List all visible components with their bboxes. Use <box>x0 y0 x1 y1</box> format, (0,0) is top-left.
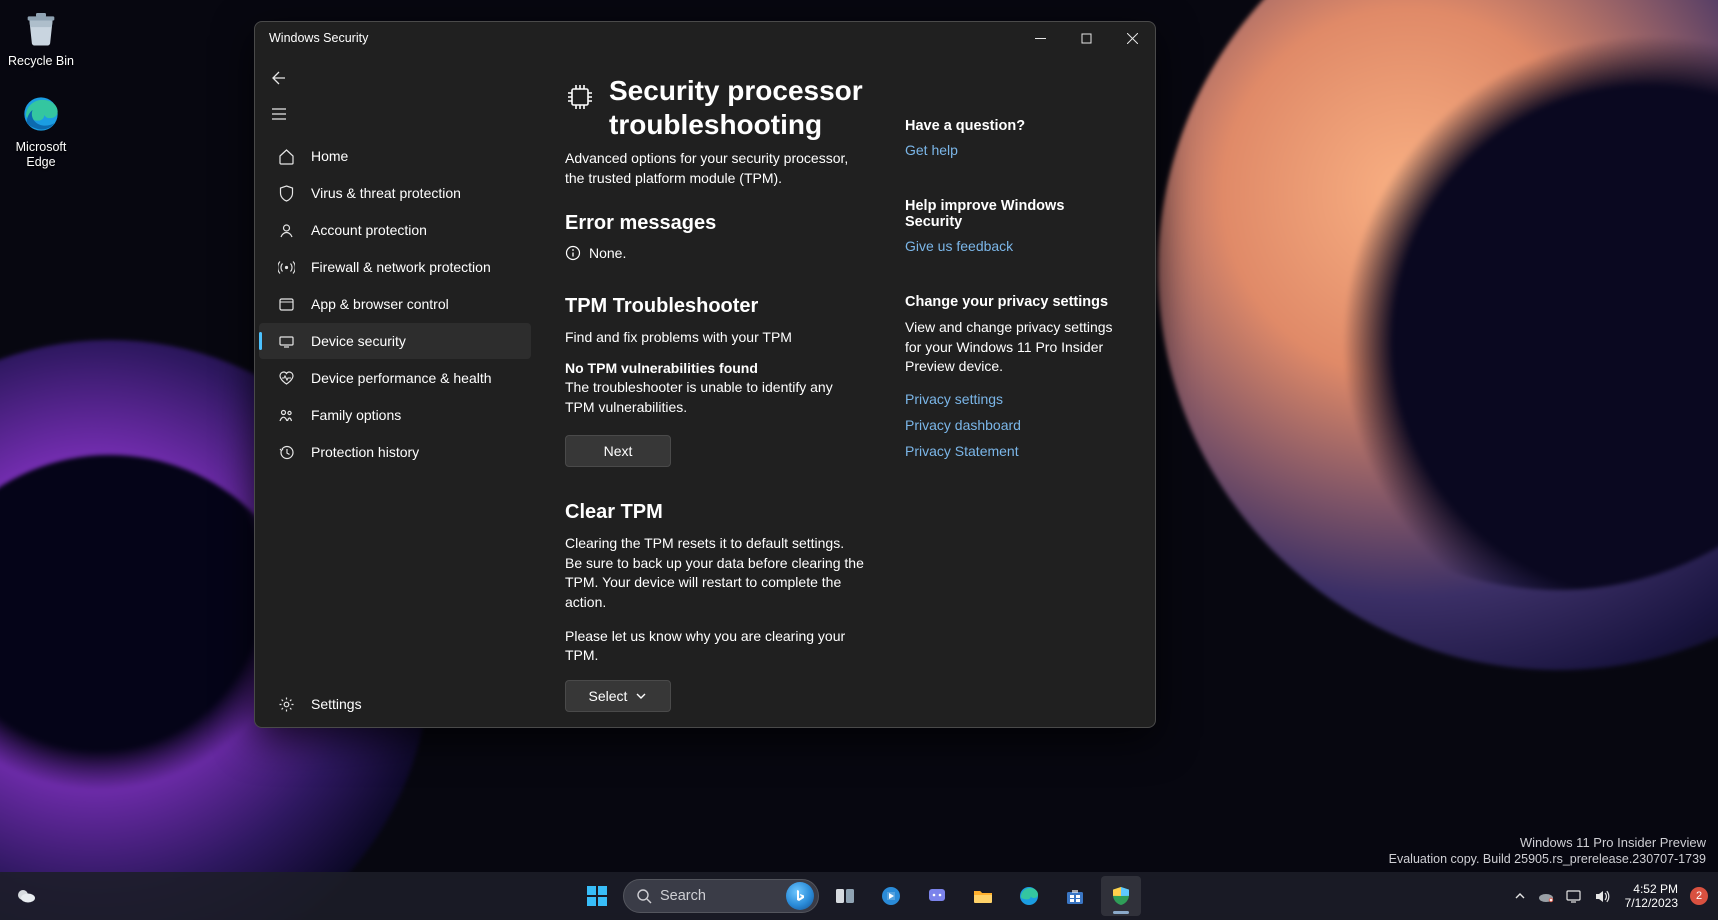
window-title: Windows Security <box>269 31 368 45</box>
desktop-icon-microsoft-edge[interactable]: Microsoft Edge <box>2 92 80 171</box>
nav-item-performance[interactable]: Device performance & health <box>259 360 531 396</box>
nav-item-family[interactable]: Family options <box>259 397 531 433</box>
nav-item-device-security[interactable]: Device security <box>259 323 531 359</box>
windows-security-window: Windows Security Home Virus & threa <box>254 21 1156 728</box>
desktop-icon-label: Recycle Bin <box>2 54 80 70</box>
aside-question-heading: Have a question? <box>905 118 1115 134</box>
taskbar-taskview[interactable] <box>825 876 865 916</box>
start-button[interactable] <box>577 876 617 916</box>
error-messages-heading: Error messages <box>565 212 865 235</box>
content-scroll-area[interactable]: Security processor troubleshooting Advan… <box>535 54 1155 727</box>
clear-tpm-body1: Clearing the TPM resets it to default se… <box>565 534 865 612</box>
taskbar-edge[interactable] <box>1009 876 1049 916</box>
aside-privacy-heading: Change your privacy settings <box>905 294 1115 310</box>
home-icon <box>277 147 295 165</box>
minimize-button[interactable] <box>1017 22 1063 54</box>
error-messages-none: None. <box>565 245 865 261</box>
nav-item-home[interactable]: Home <box>259 138 531 174</box>
bing-icon[interactable] <box>786 882 814 910</box>
taskbar-store[interactable] <box>1055 876 1095 916</box>
tpm-no-vuln-body: The troubleshooter is unable to identify… <box>565 378 865 417</box>
device-icon <box>277 332 295 350</box>
nav-item-firewall[interactable]: Firewall & network protection <box>259 249 531 285</box>
tray-network-icon[interactable] <box>1565 887 1583 905</box>
nav-item-label: Device security <box>311 333 406 349</box>
aside-improve-heading: Help improve Windows Security <box>905 198 1115 230</box>
chip-icon <box>565 82 595 112</box>
firewall-icon <box>277 258 295 276</box>
chevron-down-icon <box>635 690 647 702</box>
account-icon <box>277 221 295 239</box>
nav-item-virus[interactable]: Virus & threat protection <box>259 175 531 211</box>
info-icon <box>565 245 581 261</box>
desktop-icon-label: Microsoft Edge <box>2 140 80 171</box>
taskbar-search[interactable]: Search <box>623 879 819 913</box>
clear-tpm-body2: Please let us know why you are clearing … <box>565 627 865 666</box>
tpm-troubleshooter-sub: Find and fix problems with your TPM <box>565 328 865 348</box>
recycle-bin-icon <box>19 6 63 50</box>
next-button[interactable]: Next <box>565 435 671 467</box>
app-icon <box>277 295 295 313</box>
nav-item-label: Account protection <box>311 222 427 238</box>
get-help-link[interactable]: Get help <box>905 142 1115 158</box>
tray-volume-icon[interactable] <box>1593 887 1611 905</box>
shield-icon <box>277 184 295 202</box>
taskbar-explorer[interactable] <box>963 876 1003 916</box>
nav-item-label: Firewall & network protection <box>311 259 491 275</box>
tpm-no-vuln-heading: No TPM vulnerabilities found <box>565 360 865 376</box>
nav-item-label: Home <box>311 148 348 164</box>
nav-item-label: Settings <box>311 696 362 712</box>
nav-item-label: Family options <box>311 407 401 423</box>
gear-icon <box>277 695 295 713</box>
taskbar-windows-security[interactable] <box>1101 876 1141 916</box>
back-button[interactable] <box>259 60 299 96</box>
select-button[interactable]: Select <box>565 680 671 712</box>
search-icon <box>636 888 652 904</box>
privacy-statement-link[interactable]: Privacy Statement <box>905 443 1115 459</box>
taskbar: Search 4:52 PM 7/12/2023 2 <box>0 872 1718 920</box>
taskbar-clock[interactable]: 4:52 PM 7/12/2023 <box>1625 882 1678 911</box>
tray-onedrive-icon[interactable] <box>1537 887 1555 905</box>
edge-icon <box>19 92 63 136</box>
nav-item-label: Protection history <box>311 444 419 460</box>
tpm-troubleshooter-heading: TPM Troubleshooter <box>565 295 865 318</box>
nav-item-label: Device performance & health <box>311 370 492 386</box>
clear-tpm-heading: Clear TPM <box>565 501 865 524</box>
nav-item-label: App & browser control <box>311 296 449 312</box>
titlebar[interactable]: Windows Security <box>255 22 1155 54</box>
search-placeholder: Search <box>660 888 706 904</box>
notification-badge[interactable]: 2 <box>1690 887 1708 905</box>
desktop-icon-recycle-bin[interactable]: Recycle Bin <box>2 6 80 70</box>
page-description: Advanced options for your security proce… <box>565 149 865 188</box>
navigation-sidebar: Home Virus & threat protection Account p… <box>255 54 535 727</box>
taskbar-chat[interactable] <box>917 876 957 916</box>
nav-item-history[interactable]: Protection history <box>259 434 531 470</box>
taskbar-weather[interactable] <box>10 880 42 912</box>
nav-item-appbrowser[interactable]: App & browser control <box>259 286 531 322</box>
heart-icon <box>277 369 295 387</box>
page-title: Security processor troubleshooting <box>609 74 865 141</box>
maximize-button[interactable] <box>1063 22 1109 54</box>
windows-watermark: Windows 11 Pro Insider Preview Evaluatio… <box>1389 834 1706 868</box>
aside-privacy-desc: View and change privacy settings for you… <box>905 318 1115 377</box>
close-button[interactable] <box>1109 22 1155 54</box>
give-feedback-link[interactable]: Give us feedback <box>905 238 1115 254</box>
family-icon <box>277 406 295 424</box>
tray-chevron-up-icon[interactable] <box>1511 887 1529 905</box>
history-icon <box>277 443 295 461</box>
nav-item-account[interactable]: Account protection <box>259 212 531 248</box>
nav-item-settings[interactable]: Settings <box>259 686 531 722</box>
taskbar-copilot[interactable] <box>871 876 911 916</box>
privacy-settings-link[interactable]: Privacy settings <box>905 391 1115 407</box>
nav-item-label: Virus & threat protection <box>311 185 461 201</box>
hamburger-button[interactable] <box>259 96 299 132</box>
privacy-dashboard-link[interactable]: Privacy dashboard <box>905 417 1115 433</box>
